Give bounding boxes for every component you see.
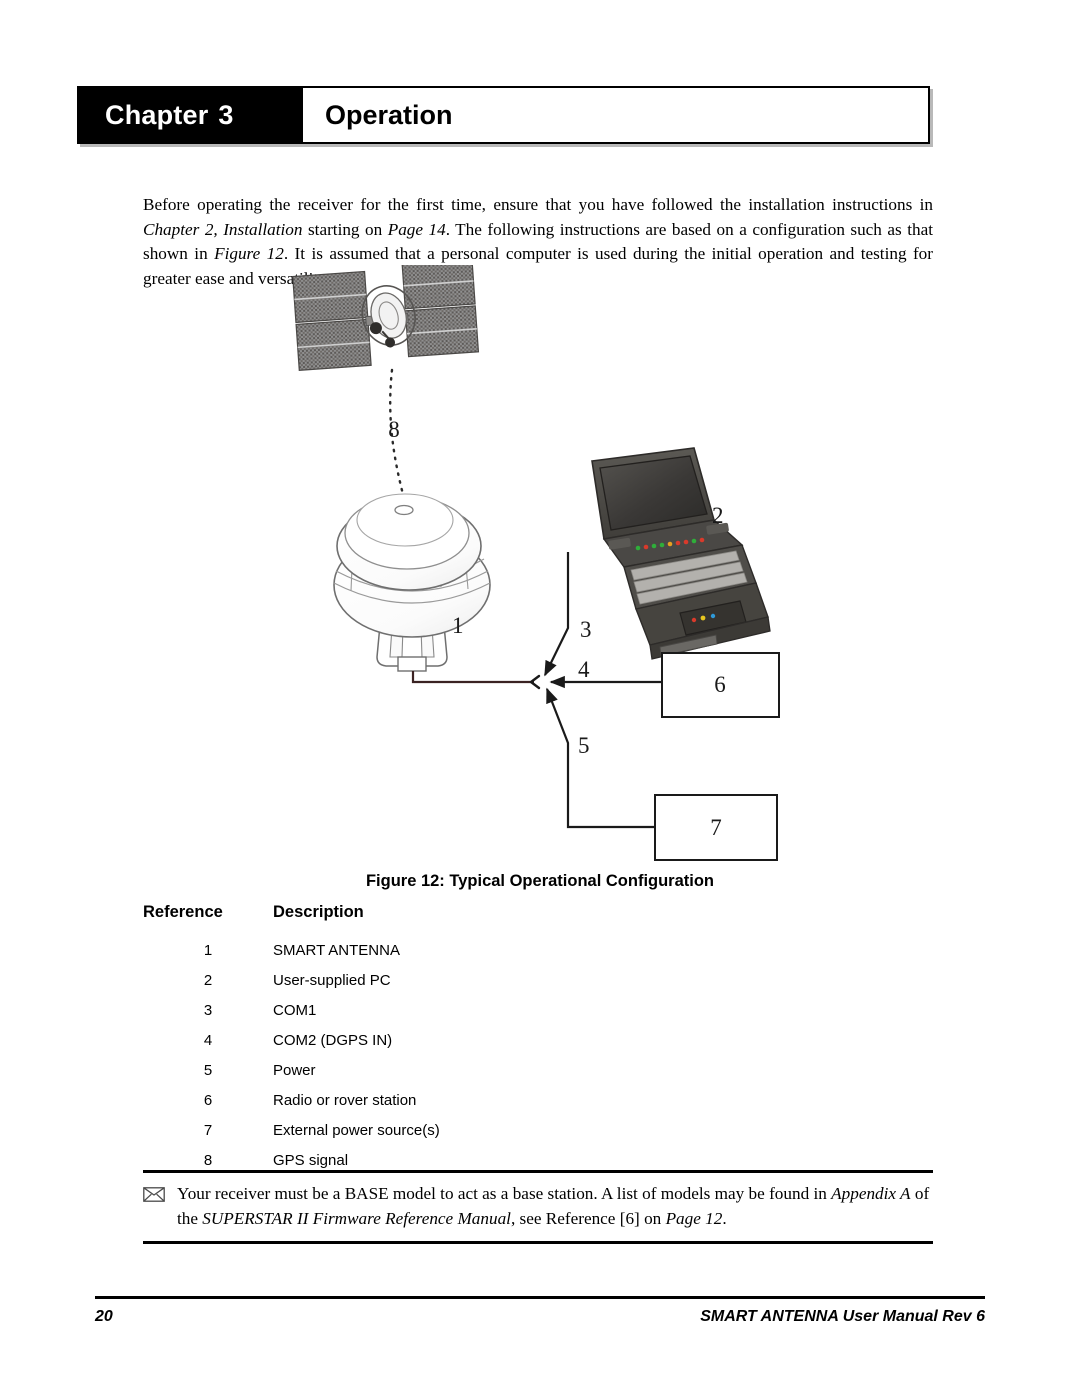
chapter-badge: Chapter 3 (79, 88, 303, 142)
note-text-1: Your receiver must be a BASE model to ac… (177, 1184, 832, 1203)
callout-6-label: 6 (714, 672, 726, 697)
footer-manual-title: SMART ANTENNA User Manual Rev 6 (700, 1308, 985, 1325)
external-power-source-box: 7 (654, 794, 778, 861)
radio-rover-station-box: 6 (661, 652, 780, 718)
row-reference: 1 (203, 941, 213, 959)
note-emphasis-manual-title: SUPERSTAR II Firmware Reference Manual (202, 1208, 511, 1228)
row-reference: 5 (203, 1061, 213, 1079)
row-description: COM2 (DGPS IN) (273, 1031, 393, 1049)
figure-typical-operational-configuration: 8 1 2 3 4 5 6 7 (0, 265, 1080, 865)
row-description: COM1 (273, 1001, 317, 1019)
row-description: External power source(s) (273, 1121, 440, 1139)
com1-line (544, 552, 570, 677)
table-header-row: Reference Description (143, 903, 843, 935)
callout-8-label: 8 (388, 417, 400, 442)
note-block: Your receiver must be a BASE model to ac… (143, 1170, 933, 1244)
row-reference: 3 (203, 1001, 213, 1019)
envelope-icon (143, 1182, 177, 1207)
note-emphasis-page12: Page 12 (665, 1208, 723, 1228)
note-emphasis-appendix-a: Appendix A (831, 1184, 911, 1203)
chapter-word: Chapter (105, 99, 209, 130)
chapter-number: 3 (218, 99, 234, 130)
table-row: 5 Power (143, 1055, 843, 1085)
row-reference: 7 (203, 1121, 213, 1139)
figure-caption: Figure 12: Typical Operational Configura… (365, 872, 715, 890)
intro-emphasis-figure12: Figure 12 (214, 244, 284, 264)
page-footer: 20 SMART ANTENNA User Manual Rev 6 (95, 1308, 985, 1326)
smart-antenna-icon (333, 493, 491, 672)
row-description: User-supplied PC (273, 971, 391, 989)
row-description: Power (273, 1061, 316, 1079)
table-row: 6 Radio or rover station (143, 1085, 843, 1115)
column-header-reference: Reference (143, 903, 223, 921)
callout-2-label: 2 (712, 503, 724, 528)
row-reference: 2 (203, 971, 213, 989)
callout-5-label: 5 (578, 733, 590, 758)
row-description: SMART ANTENNA (273, 941, 400, 959)
document-page: Chapter 3 Operation Before operating the… (0, 0, 1080, 1397)
row-description: Radio or rover station (273, 1091, 417, 1109)
junction-chevron-icon (529, 674, 541, 690)
power-line (545, 687, 655, 829)
table-row: 3 COM1 (143, 995, 843, 1025)
callout-1-label: 1 (452, 613, 464, 638)
intro-emphasis-chapter2: Chapter 2, Installation (143, 219, 303, 239)
callout-7-label: 7 (710, 815, 722, 840)
intro-text-2: starting on (302, 219, 388, 239)
table-row: 4 COM2 (DGPS IN) (143, 1025, 843, 1055)
intro-emphasis-page14: Page 14 (387, 219, 446, 239)
satellite-icon (292, 265, 480, 371)
table-row: 1 SMART ANTENNA (143, 935, 843, 965)
antenna-cable-line (411, 671, 534, 684)
row-reference: 6 (203, 1091, 213, 1109)
intro-text-1: Before operating the receiver for the fi… (143, 195, 933, 215)
chapter-header-bar: Chapter 3 Operation (77, 86, 930, 144)
note-text-4: . (722, 1208, 727, 1228)
laptop-icon (591, 447, 771, 660)
column-header-description: Description (273, 903, 364, 921)
note-text-3: , see Reference [6] on (510, 1208, 666, 1228)
footer-page-number: 20 (95, 1308, 113, 1325)
callout-3-label: 3 (580, 617, 592, 642)
note-text: Your receiver must be a BASE model to ac… (177, 1182, 933, 1231)
callout-4-label: 4 (578, 657, 590, 682)
footer-divider (95, 1296, 985, 1299)
page-title: Operation (303, 88, 928, 142)
row-reference: 4 (203, 1031, 213, 1049)
reference-description-table: Reference Description 1 SMART ANTENNA 2 … (143, 903, 843, 1175)
table-row: 2 User-supplied PC (143, 965, 843, 995)
table-row: 7 External power source(s) (143, 1115, 843, 1145)
